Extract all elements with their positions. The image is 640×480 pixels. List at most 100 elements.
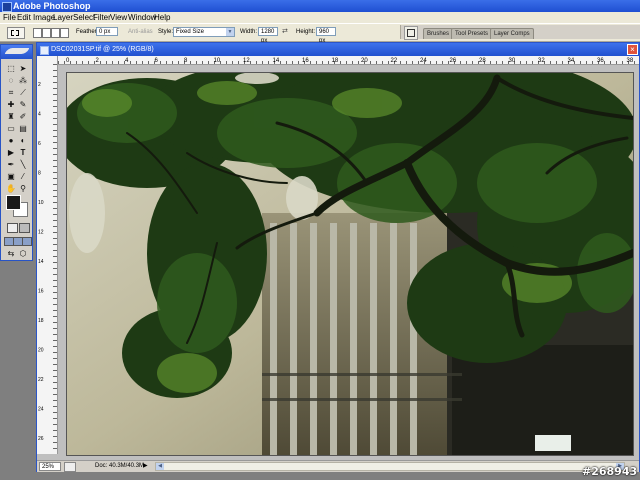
document-titlebar[interactable]: DSC02031SP.tif @ 25% (RGB/8) × <box>37 43 639 56</box>
toolbox-header[interactable] <box>1 45 32 59</box>
menu-view[interactable]: View <box>110 12 127 23</box>
status-bar: 25% Doc: 40.3M/40.3M ▶ ◀ ▶ <box>37 460 639 472</box>
new-selection-button[interactable] <box>33 28 42 38</box>
chevron-down-icon: ▼ <box>226 28 234 36</box>
intersect-selection-button[interactable] <box>60 28 69 38</box>
zoom-level-input[interactable]: 25% <box>39 462 61 471</box>
status-options-button[interactable] <box>64 462 76 472</box>
tab-tool-presets[interactable]: Tool Presets <box>451 28 493 39</box>
horizontal-scrollbar[interactable]: ◀ ▶ <box>155 462 625 471</box>
ruler-v-label: 16 <box>38 289 44 295</box>
history-brush-tool-icon[interactable]: ✐ <box>18 112 28 122</box>
brush-tool-icon[interactable]: ✎ <box>18 100 28 110</box>
menu-filter[interactable]: Filter <box>93 12 111 23</box>
menu-help[interactable]: Help <box>154 12 170 23</box>
tab-brushes[interactable]: Brushes <box>423 28 454 39</box>
ruler-h-label: 16 <box>302 58 309 64</box>
move-tool-icon[interactable]: ➤ <box>18 64 28 74</box>
marquee-tool-icon[interactable]: ⬚ <box>6 64 16 74</box>
ruler-h-label: 18 <box>332 58 339 64</box>
menu-select[interactable]: Select <box>73 12 95 23</box>
watermark-id: #268943 <box>582 465 638 478</box>
document-info: Doc: 40.3M/40.3M <box>95 463 145 469</box>
menu-bar: File Edit Image Layer Select Filter View… <box>0 12 640 23</box>
close-icon[interactable]: × <box>627 44 638 55</box>
eraser-tool-icon[interactable]: ▭ <box>6 124 16 134</box>
tool-preset-picker[interactable] <box>7 27 25 39</box>
standard-mode-icon[interactable] <box>7 223 18 233</box>
imageready-icon[interactable]: ⬡ <box>18 249 28 259</box>
clone-stamp-tool-icon[interactable]: ♜ <box>6 112 16 122</box>
ruler-h-label: 26 <box>450 58 457 64</box>
antialias-checkbox[interactable]: Anti-alias <box>128 29 153 35</box>
ruler-v-label: 18 <box>38 318 44 324</box>
ruler-v-label: 6 <box>38 141 41 147</box>
file-browser-icon[interactable] <box>404 26 418 40</box>
hand-tool-icon[interactable]: ✋ <box>6 184 16 194</box>
ruler-v-label: 26 <box>38 436 44 442</box>
app-titlebar: Adobe Photoshop <box>0 0 640 12</box>
shape-tool-icon[interactable]: ╲ <box>18 160 28 170</box>
ruler-h-label: 0 <box>66 58 70 64</box>
notes-tool-icon[interactable]: ▣ <box>6 172 16 182</box>
doc-info-menu-icon[interactable]: ▶ <box>143 461 148 472</box>
lasso-tool-icon[interactable]: ◌ <box>6 76 16 86</box>
document-icon <box>40 46 49 55</box>
feather-logo-icon <box>4 48 30 54</box>
crop-tool-icon[interactable]: ⌗ <box>6 88 16 98</box>
menu-image[interactable]: Image <box>33 12 55 23</box>
gradient-tool-icon[interactable]: ▤ <box>18 124 28 134</box>
height-input[interactable]: 960 px <box>316 27 336 44</box>
scroll-left-icon[interactable]: ◀ <box>156 463 164 470</box>
document-window: DSC02031SP.tif @ 25% (RGB/8) × 0 2 4 6 8 10 12… <box>36 42 640 472</box>
foreground-color-swatch[interactable] <box>6 195 21 210</box>
style-select[interactable]: Fixed Size ▼ <box>173 27 235 37</box>
zoom-tool-icon[interactable]: ⚲ <box>18 184 28 194</box>
menu-window[interactable]: Window <box>128 12 156 23</box>
app-title: Adobe Photoshop <box>13 1 91 11</box>
ruler-v-label: 8 <box>38 171 41 177</box>
height-label: Height: <box>296 29 316 35</box>
ruler-h-label: 8 <box>184 58 188 64</box>
add-to-selection-button[interactable] <box>42 28 51 38</box>
horizontal-ruler[interactable]: 0 2 4 6 8 10 12 14 16 18 20 22 24 26 28 30 32 34 36 38 <box>58 56 639 65</box>
quick-mask-mode-icon[interactable] <box>19 223 30 233</box>
swap-dimensions-icon[interactable]: ⇄ <box>282 28 289 35</box>
image-canvas[interactable] <box>66 72 634 456</box>
vertical-ruler[interactable]: 2 4 6 8 10 12 14 16 18 20 22 24 26 <box>37 56 58 454</box>
ruler-h-label: 22 <box>391 58 398 64</box>
style-select-value: Fixed Size <box>176 29 205 35</box>
eyedropper-tool-icon[interactable]: ⁄ <box>18 172 28 182</box>
menu-edit[interactable]: Edit <box>17 12 31 23</box>
subtract-selection-button[interactable] <box>51 28 60 38</box>
ruler-v-label: 14 <box>38 259 44 265</box>
path-selection-tool-icon[interactable]: ▶ <box>6 148 16 158</box>
ruler-h-label: 38 <box>627 58 634 64</box>
full-screen-mode-icon[interactable] <box>22 237 32 246</box>
type-tool-icon[interactable]: T <box>18 148 28 158</box>
menu-layer[interactable]: Layer <box>53 12 73 23</box>
healing-brush-tool-icon[interactable]: ✚ <box>6 100 16 110</box>
ruler-h-label: 30 <box>509 58 516 64</box>
ruler-h-label: 32 <box>538 58 545 64</box>
photoshop-app-icon[interactable] <box>2 2 12 12</box>
feather-label: Feather: <box>76 29 99 35</box>
blur-tool-icon[interactable]: ● <box>6 136 16 146</box>
jump-to-imageready-icon[interactable]: ⇆ <box>6 249 16 259</box>
ruler-h-label: 10 <box>214 58 221 64</box>
width-label: Width: <box>240 29 258 35</box>
feather-input[interactable]: 0 px <box>96 27 118 36</box>
slice-tool-icon[interactable]: ⟋ <box>18 88 28 98</box>
palette-well: Brushes Tool Presets Layer Comps <box>400 25 640 40</box>
ruler-v-label: 2 <box>38 82 41 88</box>
pen-tool-icon[interactable]: ✒ <box>6 160 16 170</box>
dodge-tool-icon[interactable]: ◐ <box>18 136 28 146</box>
width-input[interactable]: 1280 px <box>258 27 278 44</box>
ruler-h-label: 20 <box>361 58 368 64</box>
magic-wand-tool-icon[interactable]: ⁂ <box>18 76 28 86</box>
ruler-h-label: 36 <box>597 58 604 64</box>
tab-layer-comps[interactable]: Layer Comps <box>490 28 534 39</box>
menu-file[interactable]: File <box>3 12 16 23</box>
ruler-v-label: 12 <box>38 230 44 236</box>
ruler-v-label: 24 <box>38 407 44 413</box>
